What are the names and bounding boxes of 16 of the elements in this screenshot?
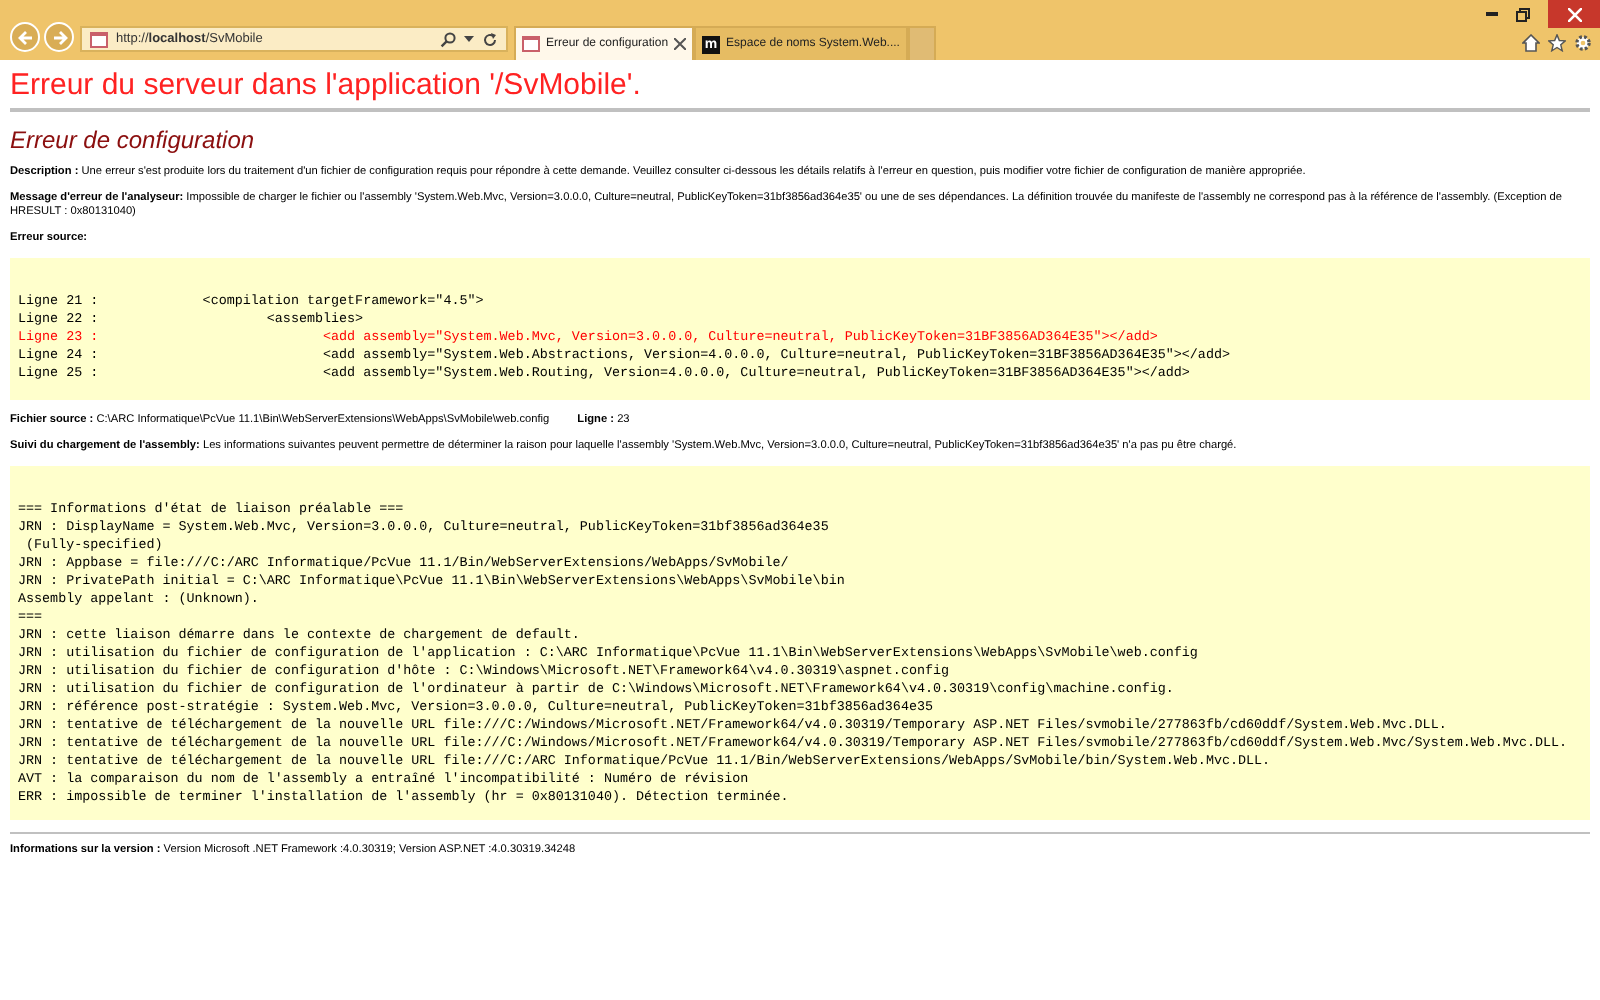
restore-icon[interactable] <box>1516 7 1530 21</box>
home-icon[interactable] <box>1522 34 1540 52</box>
close-button[interactable] <box>1548 0 1600 28</box>
close-icon[interactable] <box>674 38 687 50</box>
page-icon <box>90 31 108 47</box>
star-icon[interactable] <box>1548 34 1566 52</box>
page-icon <box>522 36 540 52</box>
page-title: Erreur du serveur dans l'application '/SvMobile'. <box>10 68 643 102</box>
refresh-icon[interactable] <box>482 31 498 47</box>
caret-icon[interactable] <box>464 35 474 43</box>
close-icon <box>1567 7 1581 21</box>
search-icon[interactable] <box>440 31 456 47</box>
back-icon <box>15 27 35 47</box>
settings-icon[interactable] <box>1574 34 1592 52</box>
forward-icon <box>49 27 69 47</box>
error-heading: Erreur de configuration <box>10 126 257 154</box>
